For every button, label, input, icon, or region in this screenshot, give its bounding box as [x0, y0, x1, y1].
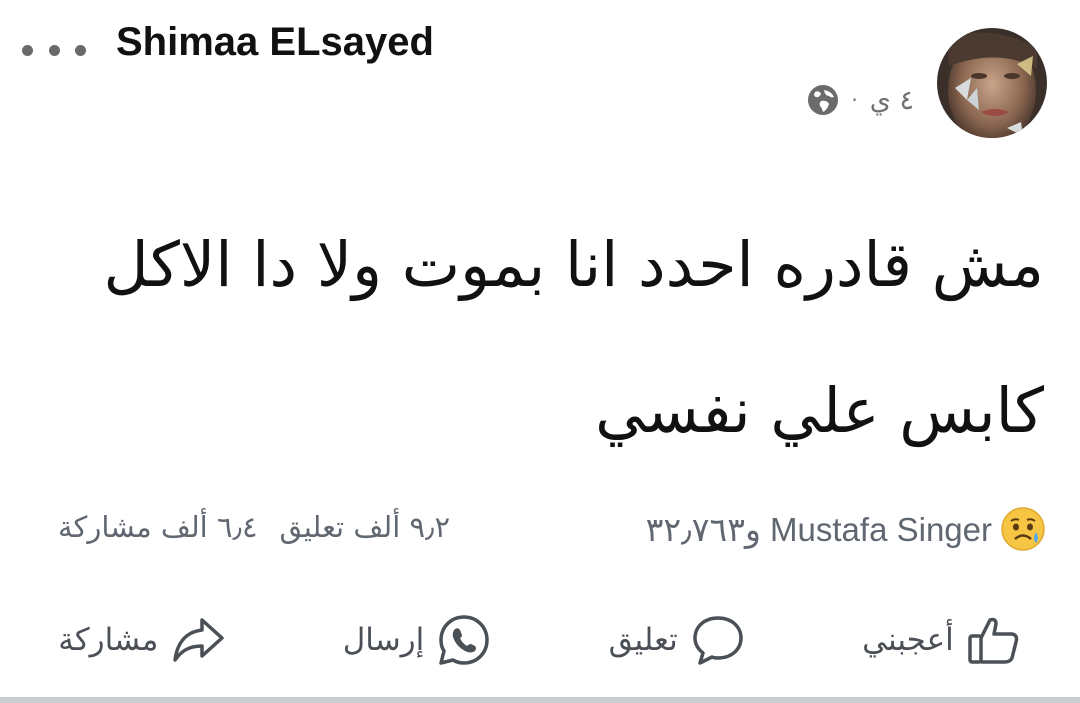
- comment-bubble-icon: [690, 612, 746, 668]
- avatar-image: [937, 28, 1047, 138]
- share-button[interactable]: مشاركة: [58, 612, 226, 668]
- like-label: أعجبني: [862, 622, 954, 658]
- avatar[interactable]: [937, 28, 1047, 138]
- whatsapp-icon: [436, 612, 492, 668]
- comment-button[interactable]: تعليق: [609, 612, 746, 668]
- post-text: مش قادره احدد انا بموت ولا دا الاكل كابس…: [34, 192, 1044, 484]
- meta-separator: ·: [851, 88, 858, 112]
- like-button[interactable]: أعجبني: [862, 612, 1022, 668]
- engagement-counts: ٩٫٢ ألف تعليق ٦٫٤ ألف مشاركة: [36, 510, 450, 544]
- share-label: مشاركة: [58, 622, 159, 658]
- send-label: إرسال: [342, 622, 425, 658]
- action-bar: أعجبني تعليق إرسال مشاركة: [0, 600, 1080, 680]
- bottom-divider: [0, 697, 1080, 703]
- post-text-line: كابس علي نفسي: [595, 374, 1044, 447]
- post-meta: ٤ ي ·: [807, 84, 914, 116]
- share-arrow-icon: [170, 612, 226, 668]
- post-card: Shimaa ELsayed ٤ ي · مش قادره احدد انا ب…: [0, 0, 1080, 703]
- thumbs-up-icon: [966, 612, 1022, 668]
- post-time[interactable]: ٤ ي: [870, 85, 914, 116]
- more-dot-icon: [48, 44, 60, 56]
- reactions-text: Mustafa Singer و٣٢٫٧٦٣: [645, 510, 992, 548]
- comments-count[interactable]: ٩٫٢ ألف تعليق: [280, 510, 451, 544]
- globe-icon: [807, 84, 839, 116]
- shares-count[interactable]: ٦٫٤ ألف مشاركة: [58, 510, 258, 544]
- more-dot-icon: [22, 44, 33, 56]
- sad-emoji-icon: [1000, 506, 1046, 552]
- reactions-summary[interactable]: Mustafa Singer و٣٢٫٧٦٣: [646, 506, 1046, 552]
- send-button[interactable]: إرسال: [343, 612, 493, 668]
- more-options-button[interactable]: [22, 30, 86, 70]
- post-text-line: مش قادره احدد انا بموت ولا دا الاكل: [103, 228, 1044, 301]
- more-dot-icon: [75, 44, 86, 56]
- author-name[interactable]: Shimaa ELsayed: [116, 20, 434, 65]
- comment-label: تعليق: [608, 622, 678, 658]
